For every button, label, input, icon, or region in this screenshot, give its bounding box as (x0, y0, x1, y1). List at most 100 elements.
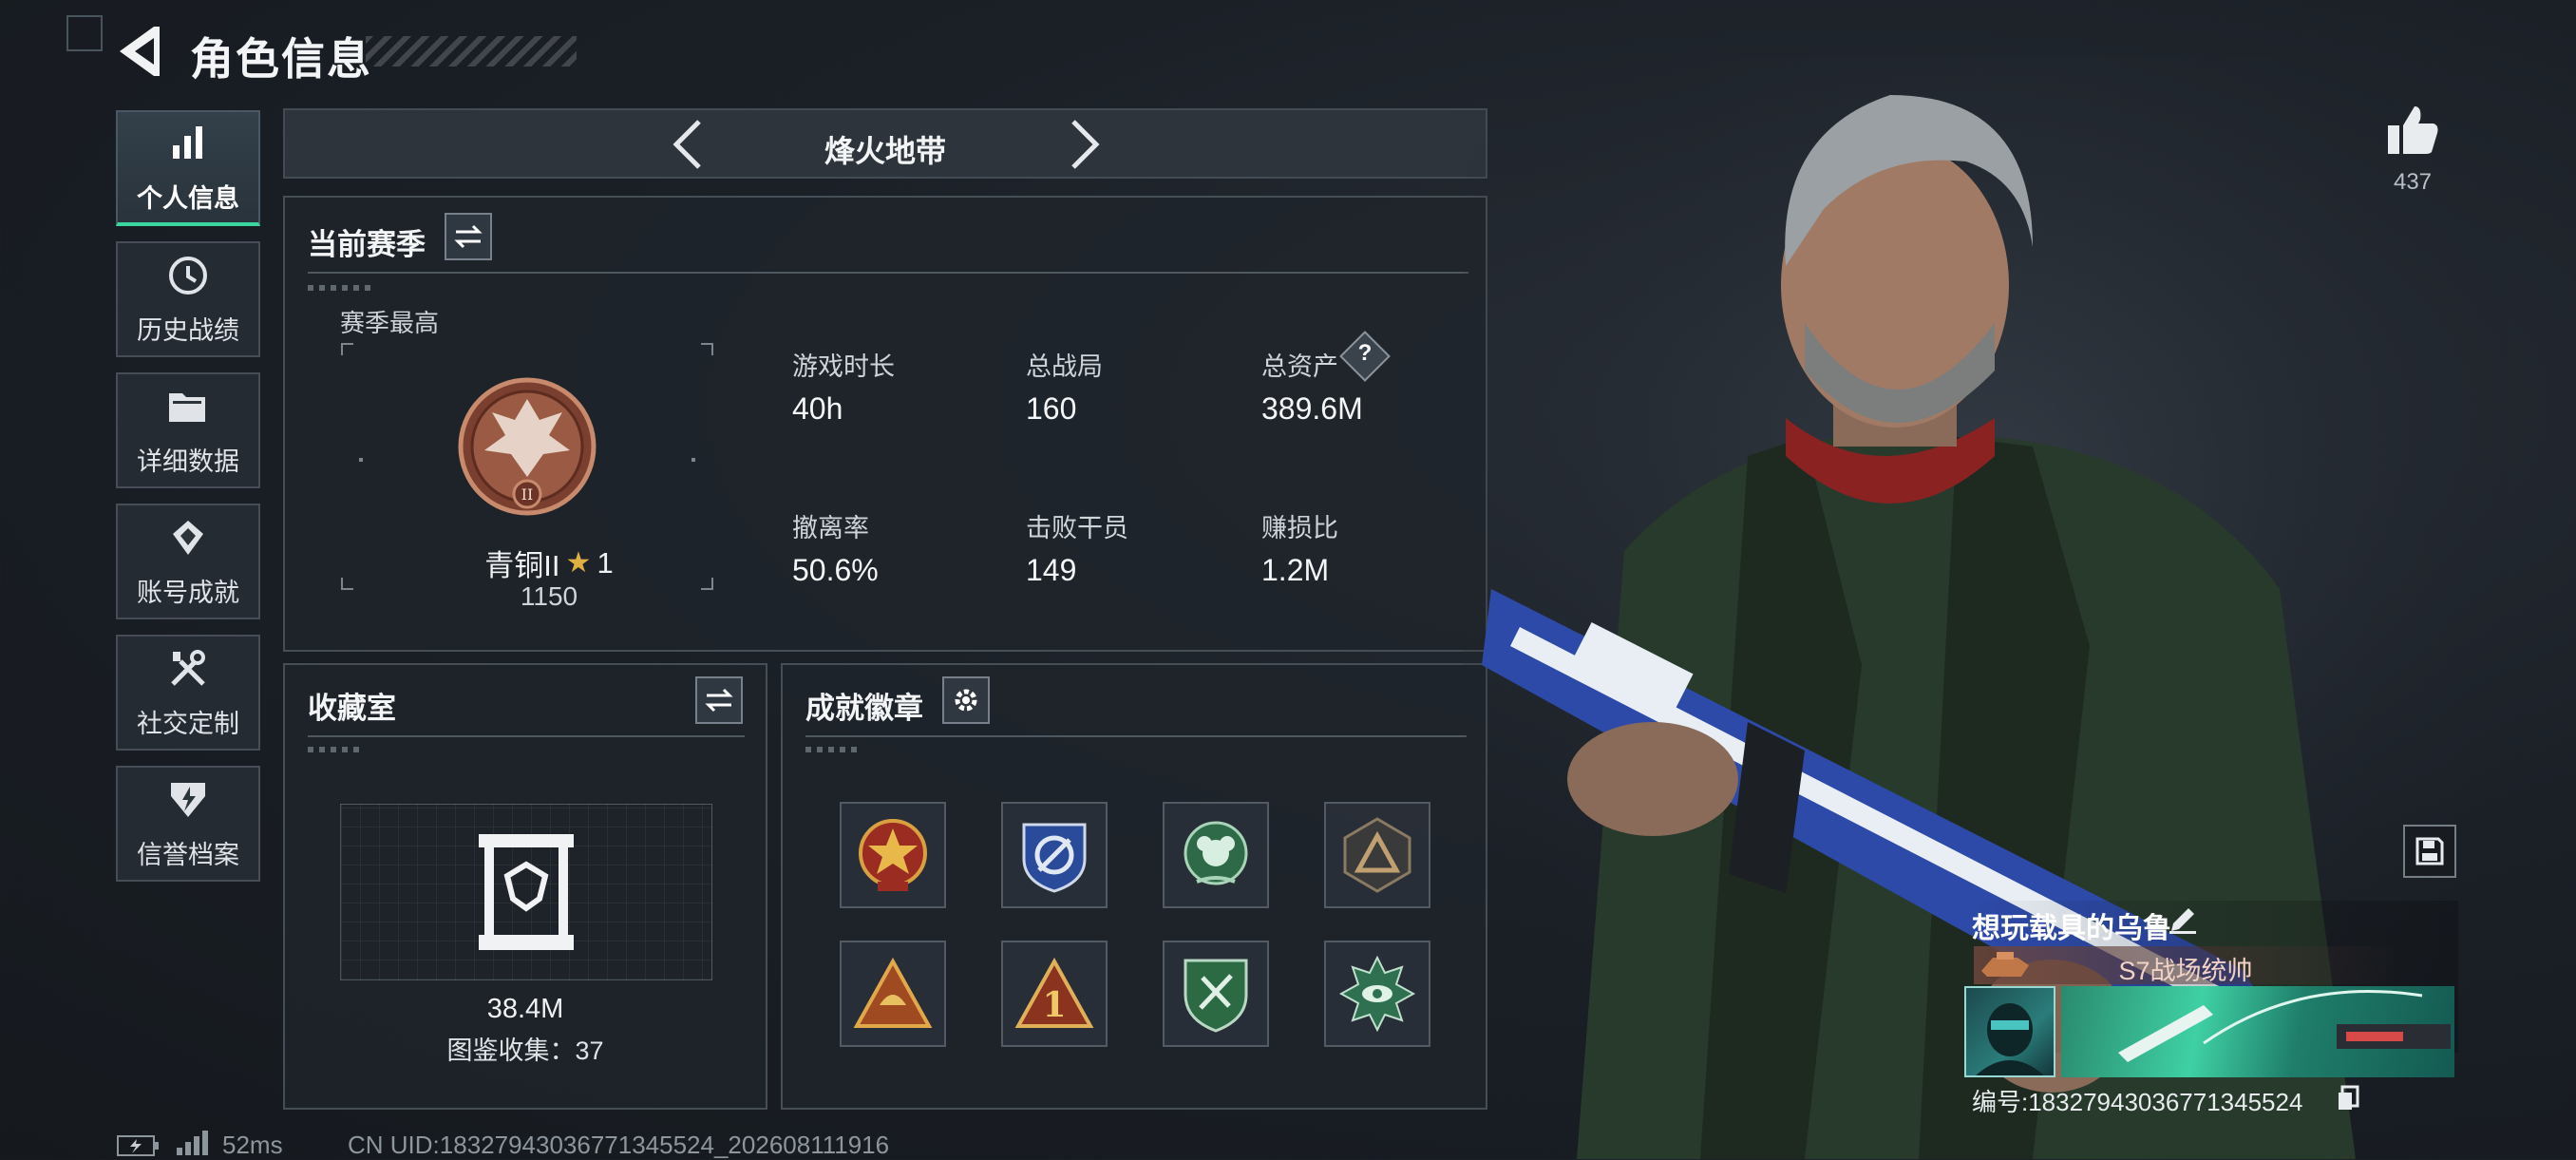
season-title: 当前赛季 (308, 228, 426, 261)
divider (308, 272, 1468, 274)
number-one-badge-icon: 1 (1014, 957, 1094, 1028)
blue-arrows-badge-icon (1022, 823, 1087, 893)
stat-value: 160 (1026, 391, 1077, 426)
switch-collection-button[interactable] (695, 676, 743, 724)
badge-slot[interactable] (1324, 941, 1430, 1047)
badge-slot[interactable] (1163, 941, 1269, 1047)
badge-slot[interactable] (840, 941, 946, 1047)
sidebar-item-history[interactable]: 历史战绩 (116, 241, 260, 357)
green-eye-badge-icon (1338, 955, 1416, 1033)
history-icon (165, 253, 211, 298)
sidebar-item-detail-data[interactable]: 详细数据 (116, 372, 260, 488)
save-icon (2415, 837, 2444, 865)
stat-value: 389.6M (1261, 391, 1363, 426)
soldier-avatar-icon (1976, 1003, 2044, 1075)
sidebar-item-label: 个人信息 (137, 183, 239, 213)
sidebar-item-personal-info[interactable]: 个人信息 (116, 110, 260, 226)
gallery-count: 图鉴收集：37 (446, 1036, 604, 1065)
badge-slot[interactable] (840, 802, 946, 908)
battery-icon (117, 1135, 159, 1156)
sidebar-item-achievements[interactable]: 账号成就 (116, 504, 260, 619)
divider (805, 735, 1467, 737)
green-flower-badge-icon (1184, 821, 1248, 885)
uid-text: CN UID:18327943036771345524_202608111916 (348, 1131, 890, 1159)
stat-label: 游戏时长 (792, 352, 895, 381)
achievement-icon (165, 515, 211, 561)
gold-triangle-badge-icon (853, 957, 933, 1028)
sidebar-item-label: 社交定制 (137, 709, 239, 738)
title-badge: S7战场统帅 (2118, 957, 2253, 985)
vehicle-emblem-icon (1981, 952, 2029, 977)
stat-label: 总战局 (1026, 352, 1103, 381)
red-star-badge-icon (859, 819, 927, 891)
name-card-banner[interactable] (2061, 986, 2454, 1077)
decoration-dots (308, 747, 365, 752)
title-decoration (366, 36, 577, 67)
stat-label: 撤离率 (792, 514, 869, 542)
stat-value: 149 (1026, 553, 1077, 587)
like-count: 437 (2393, 169, 2433, 195)
collection-title: 收藏室 (308, 692, 396, 725)
badge-slot[interactable] (1001, 802, 1108, 908)
chevron-right-icon[interactable] (1066, 118, 1104, 171)
decoration-dots (308, 285, 374, 291)
stat-value: 1.2M (1261, 553, 1330, 587)
stat-value: 50.6% (792, 553, 879, 587)
tools-icon (165, 646, 211, 692)
swap-icon (454, 224, 483, 249)
badges-panel: 成就徽章 1 (781, 663, 1487, 1110)
stat-label: 击败干员 (1026, 514, 1128, 542)
banner-art (2118, 990, 2451, 1062)
badge-slot[interactable] (1324, 802, 1430, 908)
star-icon: ★ (565, 547, 592, 579)
badges-title: 成就徽章 (805, 692, 923, 725)
collection-panel: 收藏室 38.4M 图鉴收集：37 (283, 663, 767, 1110)
season-best-label: 赛季最高 (340, 309, 440, 337)
corner-decoration (66, 15, 103, 51)
rank-name: 青铜II (484, 549, 560, 582)
bronze-rank-icon: II (458, 377, 597, 516)
sidebar-item-label: 信誉档案 (137, 840, 239, 869)
green-shield-badge-icon (1184, 959, 1248, 1033)
season-panel: 当前赛季 赛季最高 II 青铜II ★ 1 1150 游戏时长 40h 总战局 … (283, 196, 1487, 652)
gear-icon (955, 689, 977, 712)
save-button[interactable] (2403, 825, 2456, 878)
bar-chart-icon (165, 121, 211, 166)
player-id: 编号:18327943036771345524 (1972, 1088, 2303, 1116)
badge-slot[interactable]: 1 (1001, 941, 1108, 1047)
thumbs-up-icon[interactable] (2386, 103, 2439, 156)
sidebar-item-label: 详细数据 (137, 447, 239, 476)
folder-icon (165, 384, 211, 429)
help-mark: ? (1357, 340, 1373, 366)
signal-icon (177, 1131, 208, 1155)
svg-text:1: 1 (1042, 985, 1066, 1025)
collection-value: 38.4M (486, 994, 564, 1024)
sidebar-item-label: 账号成就 (137, 578, 239, 607)
edit-icon[interactable] (2168, 904, 2198, 935)
page-title: 角色信息 (190, 34, 372, 84)
rank-stars: 1 (597, 545, 614, 580)
dark-triangle-badge-icon (1343, 817, 1411, 893)
player-name: 想玩载具的乌鲁 (1972, 913, 2171, 944)
back-arrow-icon[interactable] (112, 23, 171, 80)
rank-line: 青铜II ★ 1 (454, 542, 644, 584)
badge-settings-button[interactable] (942, 676, 990, 724)
ping-value: 52ms (222, 1131, 283, 1159)
map-name: 烽火地带 (824, 134, 946, 168)
display-case-icon (479, 834, 574, 950)
svg-text:II: II (521, 485, 534, 504)
copy-icon[interactable] (2337, 1085, 2359, 1112)
decoration-dots (805, 747, 862, 752)
rank-score: 1150 (520, 581, 578, 611)
switch-season-button[interactable] (445, 213, 492, 260)
sidebar-item-social[interactable]: 社交定制 (116, 635, 260, 751)
stat-value: 40h (792, 391, 843, 426)
sidebar-item-reputation[interactable]: 信誉档案 (116, 766, 260, 882)
reputation-icon (165, 777, 211, 823)
sidebar-item-label: 历史战绩 (137, 315, 239, 345)
badge-slot[interactable] (1163, 802, 1269, 908)
stat-label: 总资产 (1261, 352, 1338, 381)
avatar[interactable] (1964, 986, 2055, 1077)
map-selector: 烽火地带 (283, 108, 1487, 179)
swap-icon (705, 688, 733, 713)
